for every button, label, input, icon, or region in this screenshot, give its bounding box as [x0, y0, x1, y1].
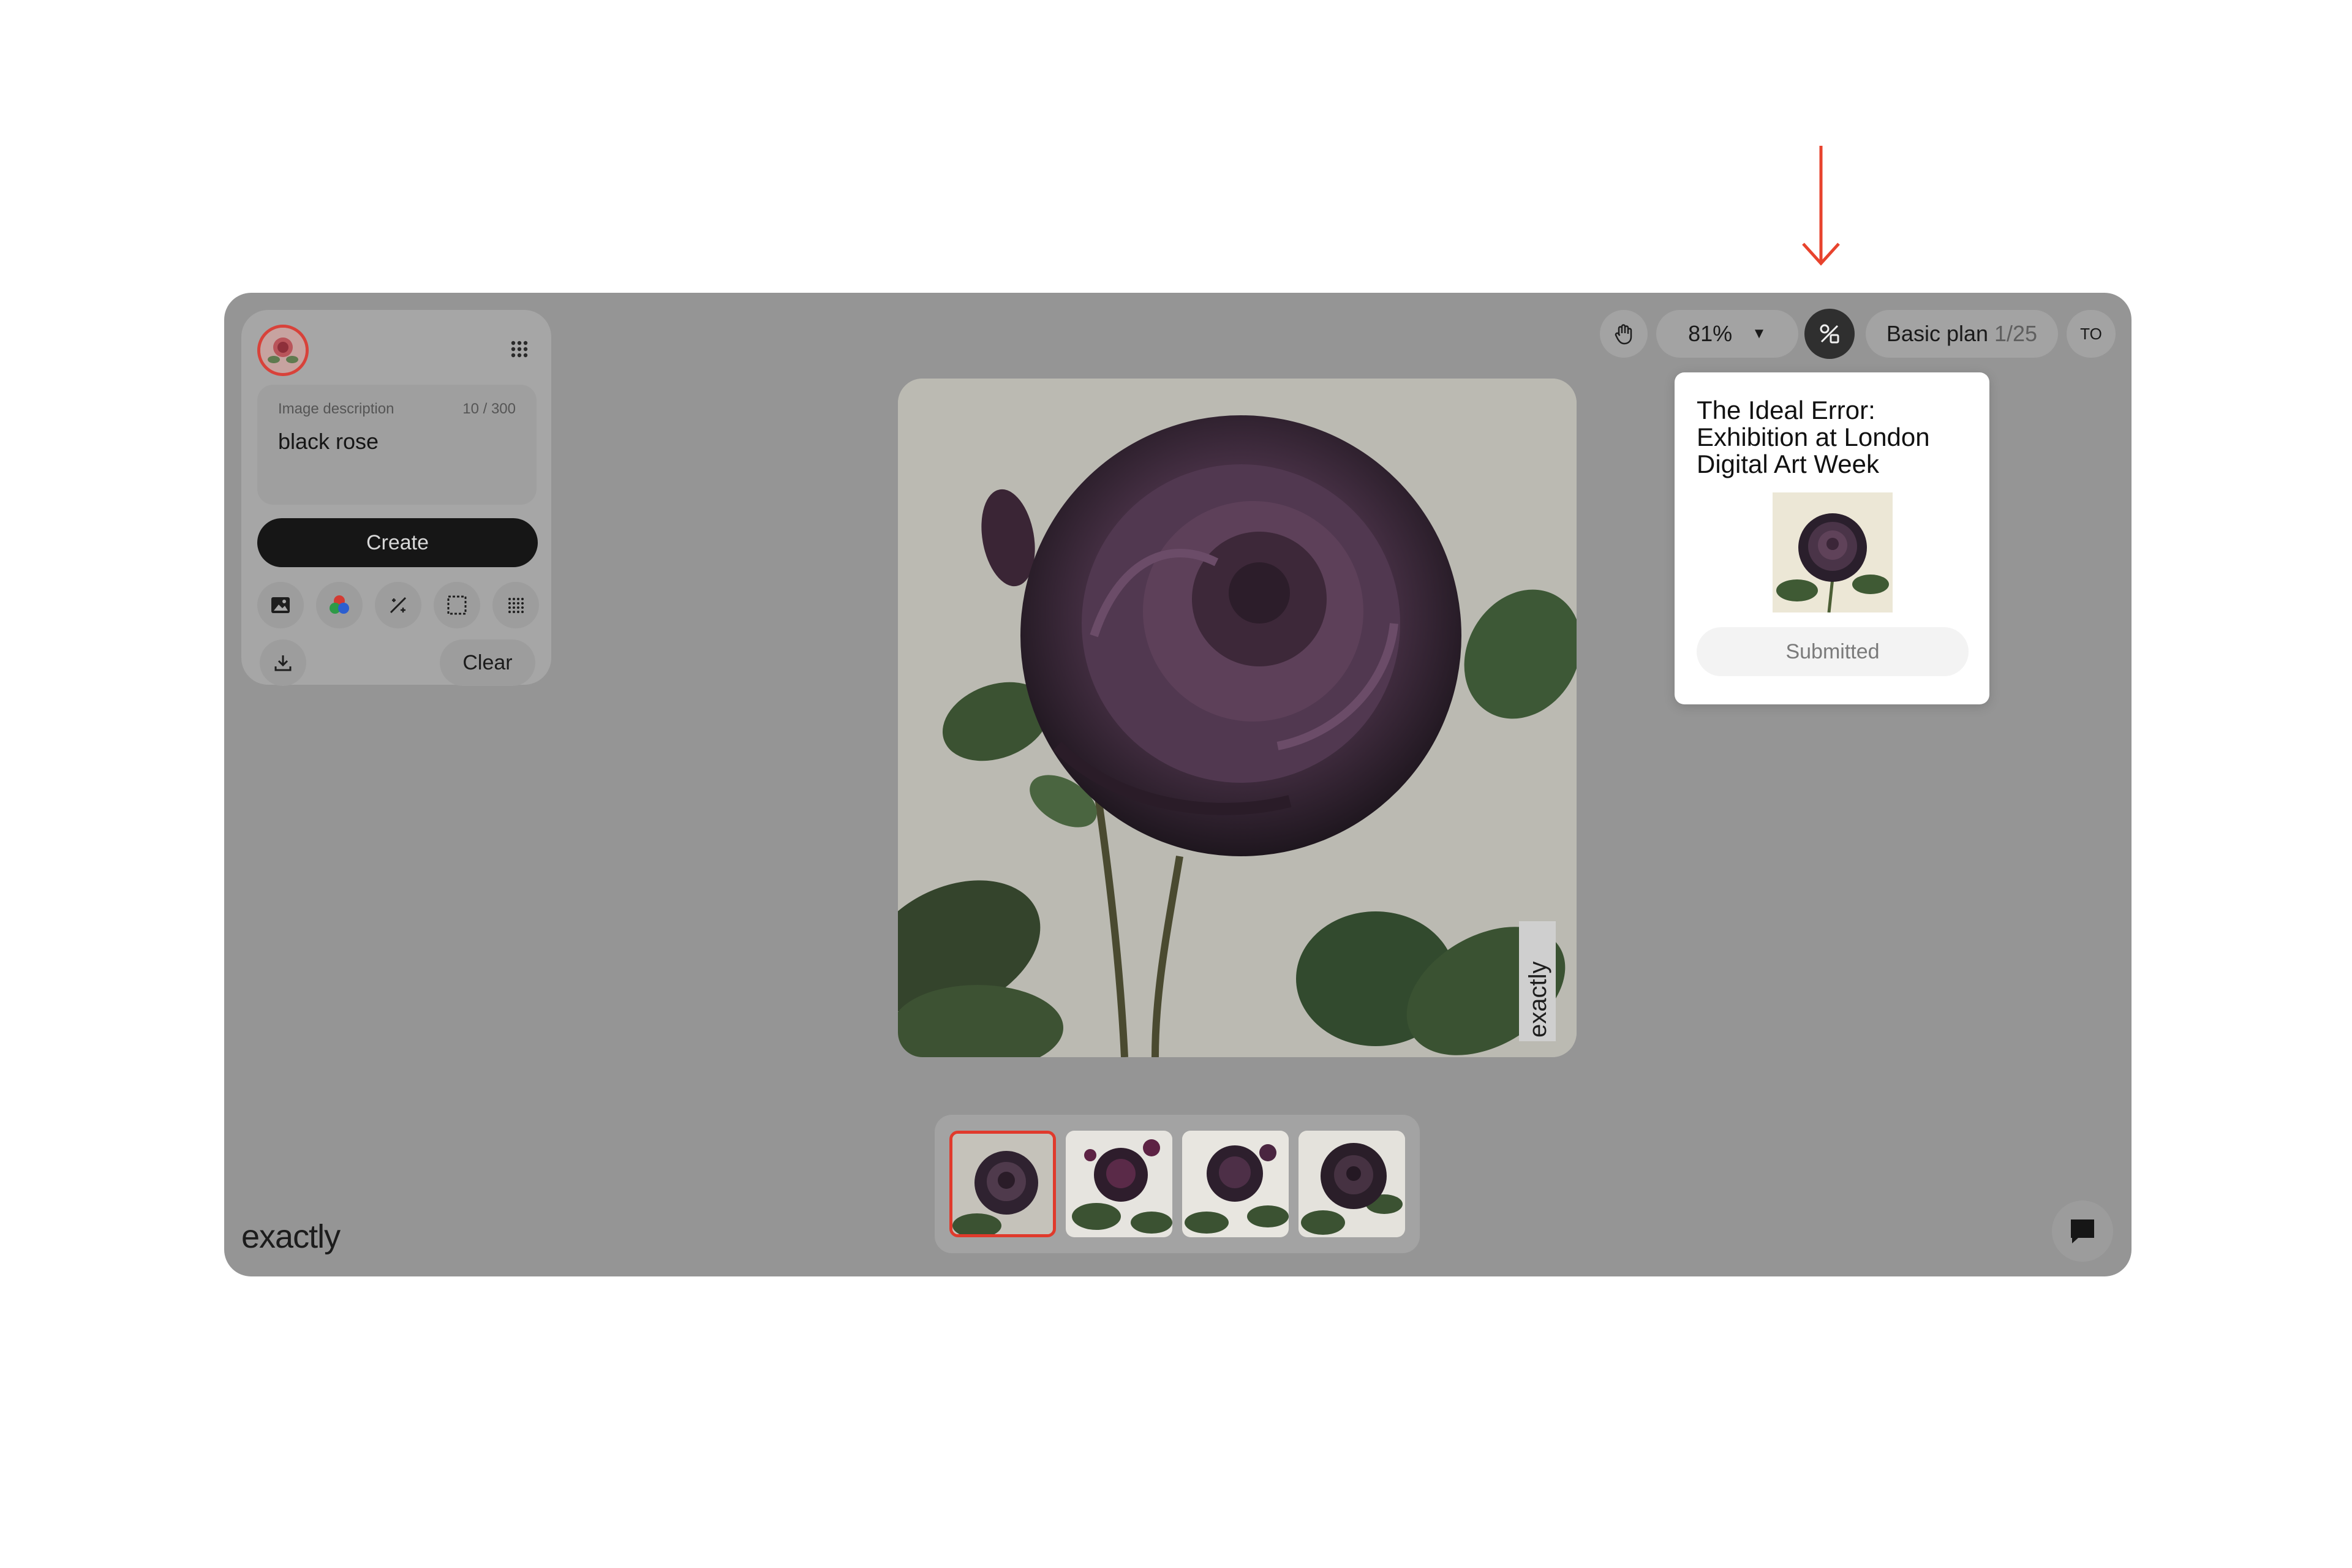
generated-image-canvas[interactable]: exactly [898, 379, 1577, 1057]
percent-icon [1820, 324, 1839, 344]
exhibition-popover: The Ideal Error: Exhibition at London Di… [1675, 372, 1989, 704]
watermark: exactly [1519, 921, 1556, 1041]
plan-count: 1/25 [1994, 321, 2038, 346]
plan-badge[interactable]: Basic plan 1/25 [1866, 310, 2058, 358]
create-button[interactable]: Create [257, 518, 538, 567]
rose-thumbnail-icon [260, 328, 306, 373]
pan-tool-button[interactable] [1600, 310, 1648, 358]
zoom-value: 81% [1688, 321, 1733, 346]
submitted-image-thumbnail [1773, 492, 1893, 612]
chevron-down-icon: ▼ [1752, 325, 1766, 342]
color-palette-icon[interactable] [316, 582, 363, 628]
submitted-status: Submitted [1697, 627, 1969, 676]
variations-strip [935, 1115, 1420, 1253]
hand-icon [1615, 324, 1632, 345]
variation-thumbnail[interactable] [1066, 1131, 1172, 1237]
submit-exhibition-button[interactable] [1804, 309, 1855, 359]
variation-thumbnail[interactable] [1298, 1131, 1405, 1237]
avatar[interactable] [257, 325, 309, 376]
chat-button[interactable] [2052, 1200, 2113, 1262]
magic-wand-icon[interactable] [375, 582, 421, 628]
watermark-text: exactly [1525, 962, 1551, 1038]
download-icon [274, 655, 292, 671]
variation-thumbnail[interactable] [1182, 1131, 1289, 1237]
description-label: Image description [278, 401, 394, 417]
variation-thumbnail[interactable] [949, 1131, 1056, 1237]
prompt-panel: Image description 10 / 300 black rose Cr… [241, 310, 551, 686]
black-rose-image [898, 379, 1577, 1057]
description-value[interactable]: black rose [278, 429, 379, 454]
character-count: 10 / 300 [462, 401, 516, 417]
pattern-grid-icon[interactable] [492, 582, 539, 628]
plan-label: Basic plan [1886, 321, 1989, 346]
app-window: Image description 10 / 300 black rose Cr… [224, 293, 2132, 1276]
brand-logo: exactly [241, 1218, 341, 1255]
image-icon[interactable] [257, 582, 304, 628]
download-button[interactable] [260, 639, 306, 686]
apps-grid-icon[interactable] [503, 333, 535, 365]
selection-icon[interactable] [434, 582, 480, 628]
annotation-arrow [1802, 146, 1840, 266]
chat-bubble-icon [2071, 1219, 2094, 1243]
image-description-field[interactable]: Image description 10 / 300 black rose [257, 385, 537, 505]
zoom-select[interactable]: 81% ▼ [1656, 310, 1798, 358]
user-avatar-button[interactable]: TO [2067, 310, 2116, 358]
tool-row [257, 579, 539, 631]
clear-button[interactable]: Clear [440, 639, 535, 686]
exhibition-title: The Ideal Error: Exhibition at London Di… [1697, 396, 1930, 478]
